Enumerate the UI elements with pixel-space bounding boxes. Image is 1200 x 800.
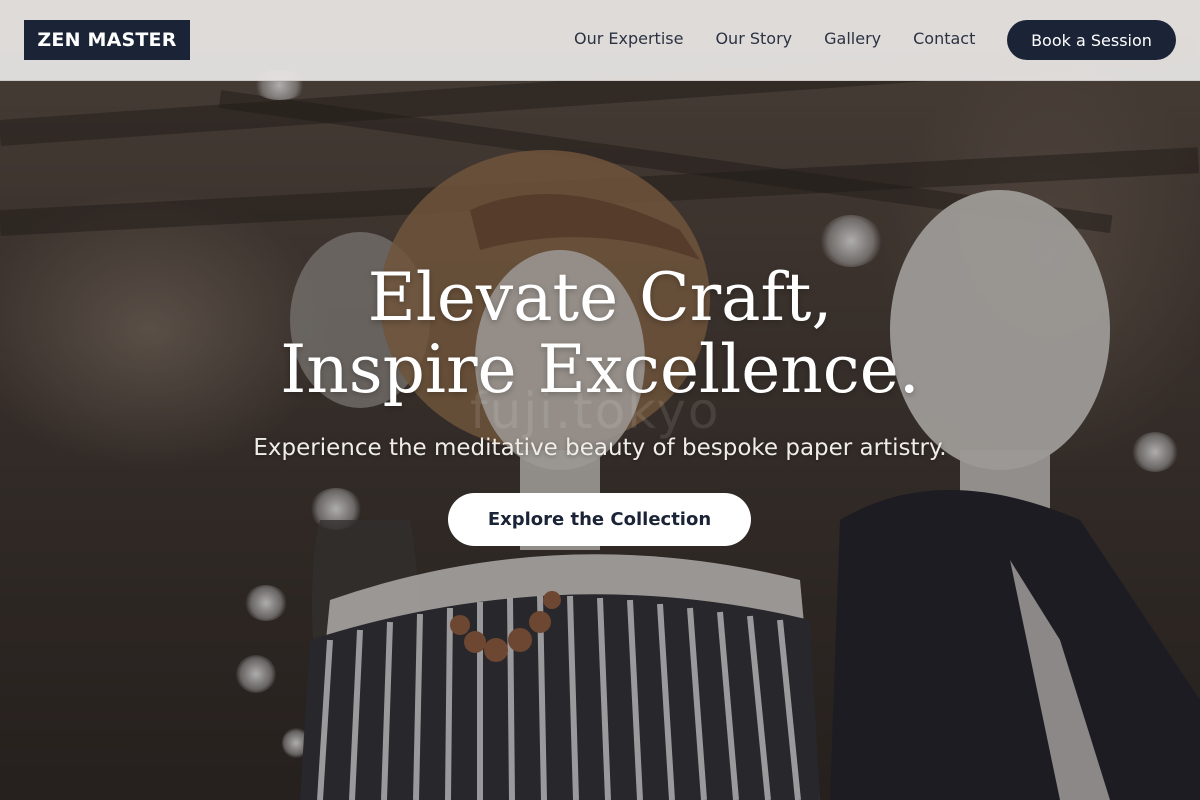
- nav-link-gallery[interactable]: Gallery: [824, 29, 881, 48]
- nav-link-our-expertise[interactable]: Our Expertise: [574, 29, 683, 48]
- explore-collection-button[interactable]: Explore the Collection: [448, 493, 751, 546]
- nav-link-contact[interactable]: Contact: [913, 29, 975, 48]
- nav-link-our-story[interactable]: Our Story: [715, 29, 792, 48]
- hero-headline-line2: Inspire Excellence.: [280, 331, 920, 408]
- hero-headline: Elevate Craft, Inspire Excellence.: [0, 262, 1200, 406]
- main-nav: Our Expertise Our Story Gallery Contact: [574, 29, 1007, 48]
- book-session-button[interactable]: Book a Session: [1007, 20, 1176, 60]
- logo[interactable]: ZEN MASTER: [24, 20, 190, 60]
- hero-headline-line1: Elevate Craft,: [367, 259, 833, 336]
- hero-subtitle: Experience the meditative beauty of besp…: [253, 435, 947, 461]
- site-header: ZEN MASTER Our Expertise Our Story Galle…: [0, 0, 1200, 81]
